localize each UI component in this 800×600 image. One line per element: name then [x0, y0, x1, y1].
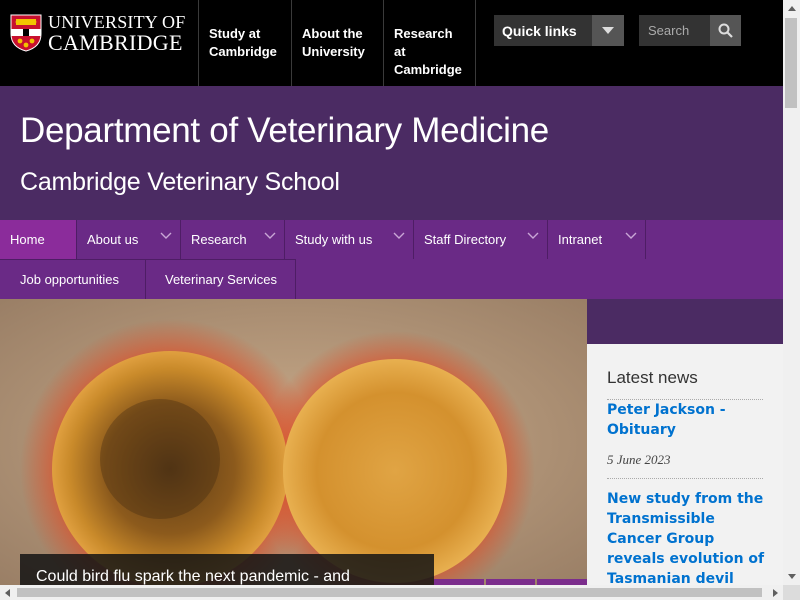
chevron-down-icon — [625, 232, 637, 239]
news-item-link[interactable]: New study from the Transmissible Cancer … — [607, 489, 769, 589]
nav-intranet[interactable]: Intranet — [548, 220, 646, 259]
search-input[interactable] — [639, 15, 709, 46]
department-header: Department of Veterinary Medicine Cambri… — [0, 86, 783, 220]
nav-intranet-label: Intranet — [558, 232, 603, 247]
university-wordmark: UNIVERSITY OF CAMBRIDGE — [48, 13, 185, 54]
hero-caption[interactable]: Could bird flu spark the next pandemic -… — [20, 554, 434, 585]
virus-particles-image — [0, 299, 587, 585]
quick-links-label: Quick links — [502, 23, 577, 39]
nav-research-label: Research — [191, 232, 247, 247]
news-item-date: 5 June 2023 — [607, 452, 671, 467]
main-navigation: Home About us Research Study with us Sta… — [0, 220, 783, 299]
about-university-label: About the University — [302, 26, 365, 59]
news-item-link[interactable]: Peter Jackson - Obituary — [607, 400, 769, 440]
cambridge-crest-icon — [10, 14, 42, 52]
scroll-right-arrow-icon[interactable] — [768, 585, 783, 600]
scroll-up-arrow-icon[interactable] — [783, 0, 800, 17]
university-logo[interactable]: UNIVERSITY OF CAMBRIDGE — [10, 13, 188, 53]
nav-job-opportunities-label: Job opportunities — [20, 272, 120, 287]
latest-news-panel: Latest news Peter Jackson - Obituary 5 J… — [587, 344, 783, 587]
nav-home[interactable]: Home — [0, 220, 77, 259]
chevron-down-icon — [393, 232, 405, 239]
wordmark-line2: CAMBRIDGE — [48, 29, 183, 55]
chevron-down-icon — [527, 232, 539, 239]
scrollbar-thumb[interactable] — [17, 588, 762, 597]
hero-carousel[interactable]: Could bird flu spark the next pandemic -… — [0, 299, 587, 585]
scrollbar-thumb[interactable] — [785, 18, 797, 108]
study-at-cambridge-label: Study at Cambridge — [209, 26, 277, 59]
global-header: UNIVERSITY OF CAMBRIDGE Study at Cambrid… — [0, 0, 783, 86]
latest-news-heading: Latest news — [607, 368, 698, 387]
sidebar-header-band — [587, 299, 783, 344]
quick-links-dropdown[interactable]: Quick links — [494, 15, 624, 46]
about-university-link[interactable]: About the University — [291, 0, 383, 86]
chevron-down-icon — [264, 232, 276, 239]
nav-study-with-us-label: Study with us — [295, 232, 373, 247]
nav-veterinary-services[interactable]: Veterinary Services — [146, 259, 296, 299]
chevron-down-icon — [160, 232, 172, 239]
nav-about-us[interactable]: About us — [77, 220, 181, 259]
nav-research[interactable]: Research — [181, 220, 285, 259]
divider — [607, 478, 763, 479]
vertical-scrollbar[interactable] — [783, 0, 800, 585]
research-at-cambridge-label: Research at Cambridge — [394, 26, 462, 77]
nav-staff-directory-label: Staff Directory — [424, 232, 507, 247]
nav-staff-directory[interactable]: Staff Directory — [414, 220, 548, 259]
scroll-down-arrow-icon[interactable] — [783, 568, 800, 585]
nav-study-with-us[interactable]: Study with us — [285, 220, 414, 259]
horizontal-scrollbar[interactable] — [0, 585, 783, 600]
nav-home-label: Home — [10, 232, 45, 247]
scrollbar-corner — [783, 585, 800, 600]
nav-about-us-label: About us — [87, 232, 139, 247]
research-at-cambridge-link[interactable]: Research at Cambridge — [383, 0, 476, 86]
nav-veterinary-services-label: Veterinary Services — [165, 272, 277, 287]
chevron-down-icon — [592, 15, 624, 46]
nav-job-opportunities[interactable]: Job opportunities — [0, 259, 146, 299]
department-subtitle: Cambridge Veterinary School — [20, 168, 340, 196]
scroll-left-arrow-icon[interactable] — [0, 585, 15, 600]
wordmark-line1: UNIVERSITY OF — [48, 11, 186, 32]
search-button[interactable] — [710, 15, 741, 46]
search-box — [639, 15, 741, 46]
department-title[interactable]: Department of Veterinary Medicine — [20, 111, 549, 151]
study-at-cambridge-link[interactable]: Study at Cambridge — [198, 0, 291, 86]
search-icon — [718, 23, 733, 38]
